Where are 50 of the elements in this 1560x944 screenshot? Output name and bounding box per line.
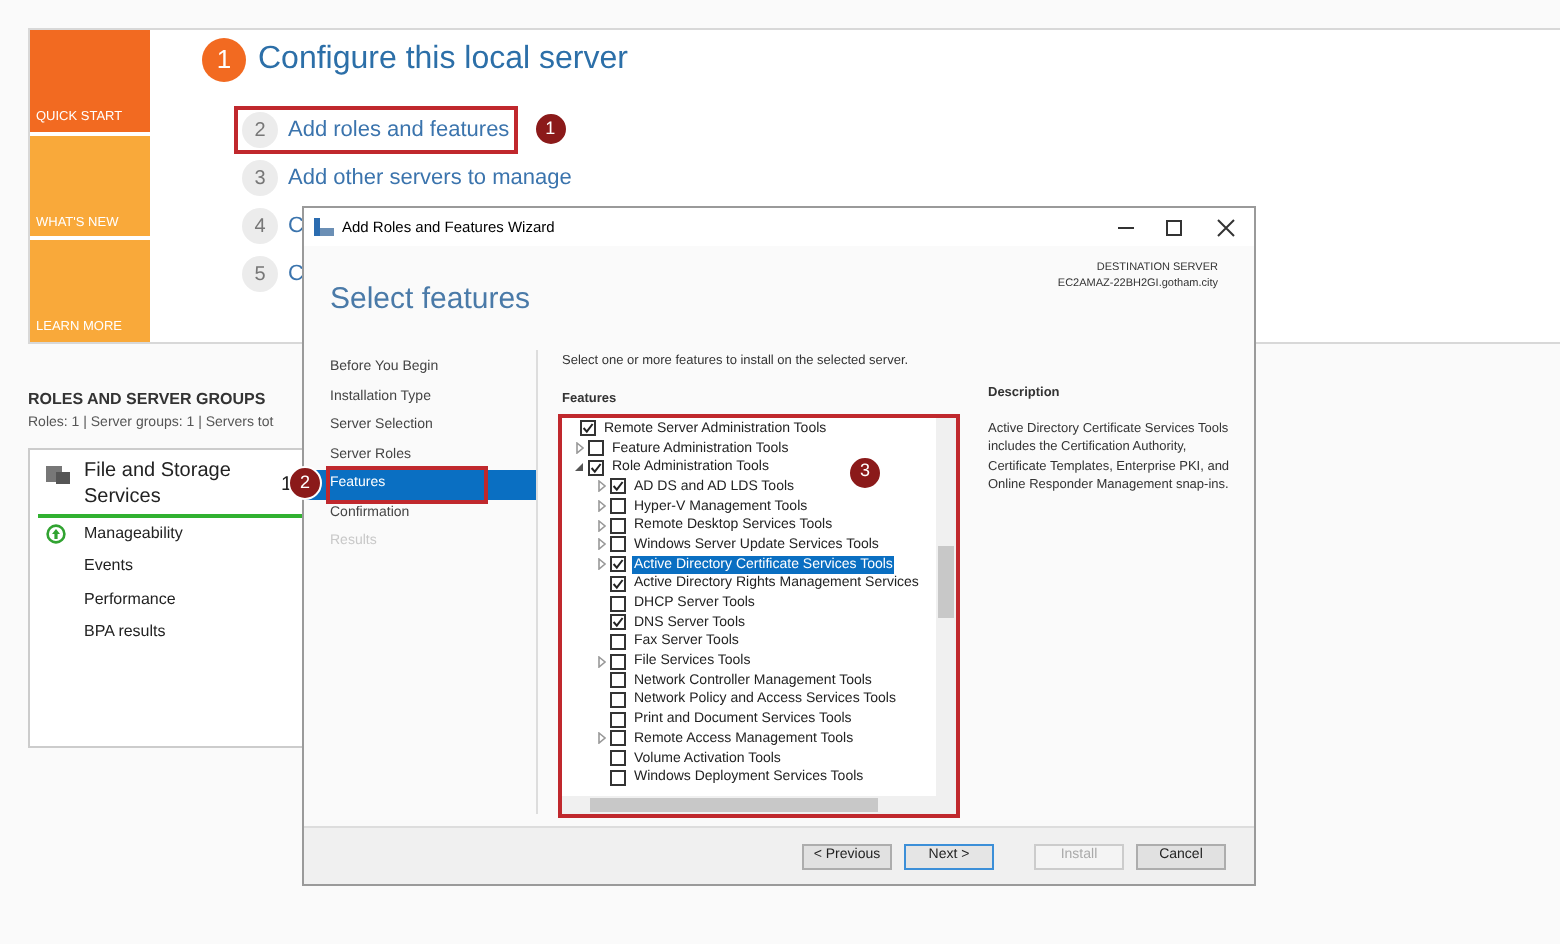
server-icon <box>314 218 334 236</box>
checkbox[interactable] <box>610 633 626 650</box>
expand-arrow-icon[interactable] <box>597 732 605 745</box>
checkbox[interactable] <box>610 536 626 553</box>
checkbox[interactable] <box>610 711 626 728</box>
checkbox[interactable] <box>610 691 626 708</box>
expand-arrow-icon[interactable] <box>597 558 605 571</box>
expand-arrow-icon[interactable] <box>597 538 605 551</box>
checkbox[interactable] <box>610 575 626 592</box>
checkbox[interactable] <box>610 595 626 612</box>
role-card-item[interactable]: BPA results <box>84 620 166 645</box>
checkbox[interactable] <box>610 750 626 767</box>
step-link[interactable]: 5 C <box>238 254 304 294</box>
checkbox[interactable] <box>610 730 626 747</box>
expand-arrow-icon[interactable] <box>597 655 605 668</box>
role-count: 1 <box>280 471 292 499</box>
step-link[interactable]: 3 Add other servers to manage <box>238 158 572 198</box>
checkbox[interactable] <box>610 769 626 786</box>
step-link[interactable]: 4 C <box>238 206 304 246</box>
role-card-item[interactable]: Performance <box>84 587 176 612</box>
role-card-item[interactable]: Events <box>84 554 133 579</box>
callout-badge: 1 <box>533 112 568 146</box>
expand-arrow-icon[interactable] <box>575 442 583 455</box>
role-card-item[interactable]: Manageability <box>84 521 183 546</box>
expand-arrow-icon[interactable] <box>597 519 605 532</box>
checkbox[interactable] <box>610 672 626 689</box>
vertical-scrollbar[interactable] <box>936 417 956 795</box>
checkbox[interactable] <box>610 517 626 534</box>
checkbox[interactable] <box>610 556 626 573</box>
collapse-arrow-icon[interactable] <box>574 462 584 473</box>
page-heading: Select features <box>330 280 531 320</box>
checkbox[interactable] <box>610 498 626 515</box>
checkbox[interactable] <box>588 459 604 476</box>
checkbox[interactable] <box>610 653 626 670</box>
scroll-thumb[interactable] <box>590 797 878 811</box>
callout-badge: 3 <box>848 455 882 489</box>
section-heading: ROLES AND SERVER GROUPS <box>28 388 266 412</box>
expand-arrow-icon[interactable] <box>597 500 605 513</box>
expand-arrow-icon[interactable] <box>597 480 605 493</box>
horizontal-scrollbar[interactable] <box>562 795 956 813</box>
step-number: 1 <box>202 38 246 82</box>
checkbox[interactable] <box>610 478 626 495</box>
status-up-icon <box>46 523 66 544</box>
checkbox[interactable] <box>610 614 626 631</box>
checkbox[interactable] <box>588 440 604 457</box>
role-card-title[interactable]: File and Storage Services <box>84 457 264 509</box>
folder-icon <box>46 463 70 483</box>
checkbox[interactable] <box>580 420 596 437</box>
quick-start-title: Configure this local server <box>258 40 628 80</box>
scroll-thumb[interactable] <box>938 545 954 617</box>
